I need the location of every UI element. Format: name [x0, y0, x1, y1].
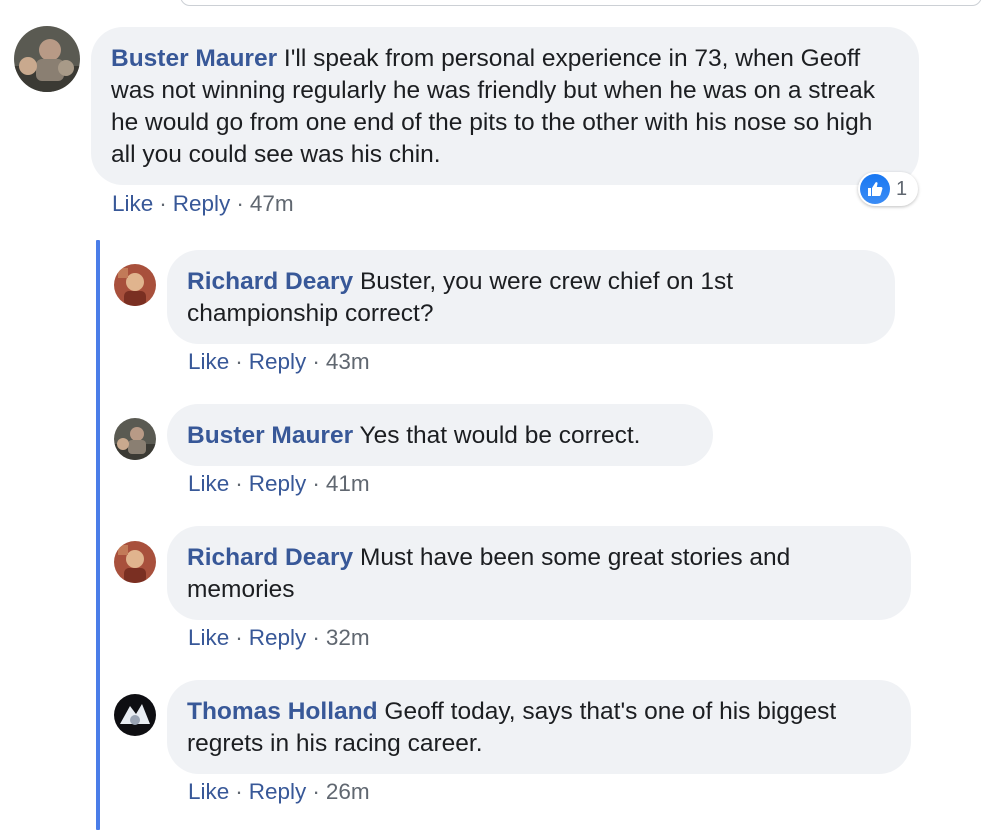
- avatar[interactable]: [114, 541, 156, 583]
- comment-bubble: Buster Maurer I'll speak from personal e…: [91, 27, 919, 185]
- reply-bubble: Richard Deary Must have been some great …: [167, 526, 911, 620]
- separator: ·: [312, 471, 320, 496]
- reply-button[interactable]: Reply: [249, 779, 307, 804]
- reply-button[interactable]: Reply: [249, 349, 307, 374]
- separator: ·: [236, 191, 244, 216]
- reply-author[interactable]: Buster Maurer: [187, 422, 353, 449]
- reply-bubble: Buster Maurer Yes that would be correct.: [167, 404, 713, 466]
- reply-actions: Like · Reply · 41m: [188, 471, 370, 497]
- timestamp[interactable]: 47m: [250, 191, 294, 216]
- separator: ·: [312, 349, 320, 374]
- like-button[interactable]: Like: [188, 625, 229, 650]
- reply-input-edge: [180, 0, 982, 6]
- separator: ·: [235, 779, 243, 804]
- reply-bubble: Richard Deary Buster, you were crew chie…: [167, 250, 895, 344]
- reply-author[interactable]: Thomas Holland: [187, 698, 378, 725]
- reaction-summary[interactable]: 1: [858, 172, 918, 206]
- thumbs-up-icon: [860, 174, 890, 204]
- like-button[interactable]: Like: [188, 779, 229, 804]
- separator: ·: [312, 779, 320, 804]
- avatar[interactable]: [114, 418, 156, 460]
- separator: ·: [235, 625, 243, 650]
- like-button[interactable]: Like: [112, 191, 153, 216]
- like-button[interactable]: Like: [188, 471, 229, 496]
- reply-author[interactable]: Richard Deary: [187, 544, 353, 571]
- reply-thread-line: [96, 240, 100, 830]
- reply-bubble: Thomas Holland Geoff today, says that's …: [167, 680, 911, 774]
- reply-actions: Like · Reply · 43m: [188, 349, 370, 375]
- reply-button[interactable]: Reply: [173, 191, 231, 216]
- separator: ·: [312, 625, 320, 650]
- reply-text: Yes that would be correct.: [353, 422, 641, 449]
- reply-author[interactable]: Richard Deary: [187, 268, 353, 295]
- reaction-count: 1: [896, 177, 908, 200]
- reply-actions: Like · Reply · 26m: [188, 779, 370, 805]
- comment-actions: Like · Reply · 47m: [112, 191, 294, 217]
- comment-author[interactable]: Buster Maurer: [111, 45, 277, 72]
- timestamp[interactable]: 26m: [326, 779, 370, 804]
- avatar[interactable]: [114, 694, 156, 736]
- reply-button[interactable]: Reply: [249, 625, 307, 650]
- like-button[interactable]: Like: [188, 349, 229, 374]
- separator: ·: [235, 471, 243, 496]
- avatar[interactable]: [114, 264, 156, 306]
- timestamp[interactable]: 32m: [326, 625, 370, 650]
- reply-actions: Like · Reply · 32m: [188, 625, 370, 651]
- timestamp[interactable]: 41m: [326, 471, 370, 496]
- reply-button[interactable]: Reply: [249, 471, 307, 496]
- timestamp[interactable]: 43m: [326, 349, 370, 374]
- separator: ·: [235, 349, 243, 374]
- avatar[interactable]: [14, 26, 80, 92]
- separator: ·: [159, 191, 167, 216]
